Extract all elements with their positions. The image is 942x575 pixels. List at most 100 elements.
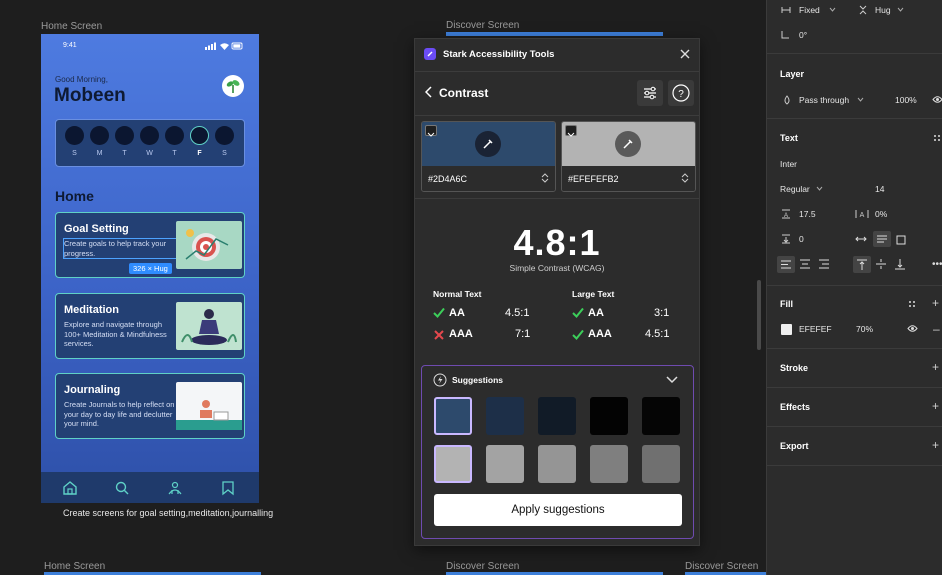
normal-aa-ratio: 4.5:1 [505,307,530,319]
align-bottom-icon[interactable] [894,258,906,270]
apply-suggestions-button[interactable]: Apply suggestions [434,494,682,526]
chevron-down-icon[interactable] [897,7,904,12]
frame-label-discover[interactable]: Discover Screen [446,20,519,31]
text-style-grid-icon[interactable] [933,134,941,142]
chevron-down-icon[interactable] [565,125,577,137]
foreground-hex[interactable]: #2D4A6C [428,174,467,184]
chevron-down-icon[interactable] [829,7,836,12]
add-fill-icon[interactable]: + [932,296,939,310]
more-options-icon[interactable]: ••• [932,259,942,270]
suggestion-swatch[interactable] [590,397,628,435]
export-heading: Export [780,441,809,451]
large-text-heading: Large Text [572,289,615,299]
frame-label-home[interactable]: Home Screen [41,21,102,32]
home-icon[interactable] [62,480,78,496]
align-center-icon[interactable] [799,259,811,269]
home-screen-frame[interactable]: 9:41 Good Morning, Mobeen S M T W T F S … [41,34,259,503]
align-middle-icon[interactable] [875,258,887,270]
foreground-color-picker[interactable]: #2D4A6C [421,121,556,192]
auto-width-icon[interactable] [855,235,867,243]
eye-icon[interactable] [907,324,918,333]
bookmark-icon[interactable] [220,480,236,496]
align-right-icon[interactable] [818,259,830,269]
layer-opacity[interactable]: 100% [895,95,917,105]
large-aa-ratio: 3:1 [654,307,670,319]
frame-label-home-2[interactable]: Home Screen [44,561,105,572]
fill-opacity[interactable]: 70% [856,324,873,334]
stark-logo-icon [424,48,436,60]
journaling-card[interactable]: Journaling Create Journals to help refle… [55,373,245,439]
card-description[interactable]: Create goals to help track your progress… [63,238,177,259]
font-size[interactable]: 14 [875,184,884,194]
meditation-card[interactable]: Meditation Explore and navigate through … [55,293,245,359]
help-button[interactable]: ? [668,80,694,106]
frame-label-discover-2[interactable]: Discover Screen [446,561,519,572]
blend-mode[interactable]: Pass through [799,95,849,105]
add-effect-icon[interactable]: + [932,399,939,413]
day-circle-today[interactable] [190,126,209,145]
greeting-text: Good Morning, [55,75,108,84]
suggestion-swatch[interactable] [538,397,576,435]
align-top-button[interactable] [853,256,871,273]
background-color-picker[interactable]: #EFEFEFB2 [561,121,696,192]
canvas-scrollbar[interactable] [757,280,761,350]
suggestion-swatch[interactable] [538,445,576,483]
card-description: Create Journals to help reflect on your … [64,400,175,428]
day-label: S [222,150,227,157]
day-circle[interactable] [65,126,84,145]
settings-button[interactable] [637,80,663,106]
suggestion-swatch[interactable] [434,445,472,483]
add-export-icon[interactable]: + [932,438,939,452]
font-weight[interactable]: Regular [780,184,810,194]
day-circle[interactable] [90,126,109,145]
chevron-down-icon[interactable] [425,125,437,137]
paragraph-spacing[interactable]: 0 [799,234,804,244]
stepper-icon[interactable] [541,173,549,183]
align-left-button[interactable] [777,256,795,273]
foreground-swatch[interactable] [422,122,555,166]
auto-height-button[interactable] [873,231,891,247]
background-hex[interactable]: #EFEFEFB2 [568,174,619,184]
fixed-size-icon[interactable] [896,235,906,245]
suggestions-panel: Suggestions Apply suggestions [421,365,694,539]
search-icon[interactable] [114,480,130,496]
line-height[interactable]: 17.5 [799,209,816,219]
fill-color-swatch[interactable] [781,324,792,335]
stepper-icon[interactable] [681,173,689,183]
chevron-down-icon[interactable] [666,376,678,384]
day-circle[interactable] [165,126,184,145]
suggestion-swatch[interactable] [486,445,524,483]
rotation-value[interactable]: 0° [799,30,807,40]
suggestion-swatch[interactable] [486,397,524,435]
close-icon[interactable] [679,48,691,60]
suggestion-swatch[interactable] [642,397,680,435]
suggestion-swatch[interactable] [590,445,628,483]
community-icon[interactable] [167,480,183,496]
fill-heading: Fill [780,299,793,309]
frame-label-discover-3[interactable]: Discover Screen [685,561,758,572]
eyedropper-icon[interactable] [615,131,641,157]
day-circle[interactable] [115,126,134,145]
fill-hex[interactable]: EFEFEF [799,324,832,334]
add-stroke-icon[interactable]: + [932,360,939,374]
day-circle[interactable] [140,126,159,145]
back-chevron-icon[interactable] [425,86,433,98]
remove-fill-icon[interactable]: – [933,322,940,336]
chevron-down-icon[interactable] [816,186,823,191]
avatar[interactable] [222,75,244,97]
day-label: S [72,150,77,157]
svg-text:?: ? [678,89,684,100]
background-swatch[interactable] [562,122,695,166]
day-circle[interactable] [215,126,234,145]
suggestion-swatch[interactable] [434,397,472,435]
suggestion-swatch[interactable] [642,445,680,483]
fill-styles-icon[interactable] [908,300,916,308]
height-mode[interactable]: Hug [875,5,891,15]
eye-icon[interactable] [932,95,942,104]
width-mode[interactable]: Fixed [799,5,820,15]
chevron-down-icon[interactable] [857,97,864,102]
day-label-today: F [197,150,202,157]
font-family[interactable]: Inter [780,159,797,169]
letter-spacing[interactable]: 0% [875,209,887,219]
eyedropper-icon[interactable] [475,131,501,157]
